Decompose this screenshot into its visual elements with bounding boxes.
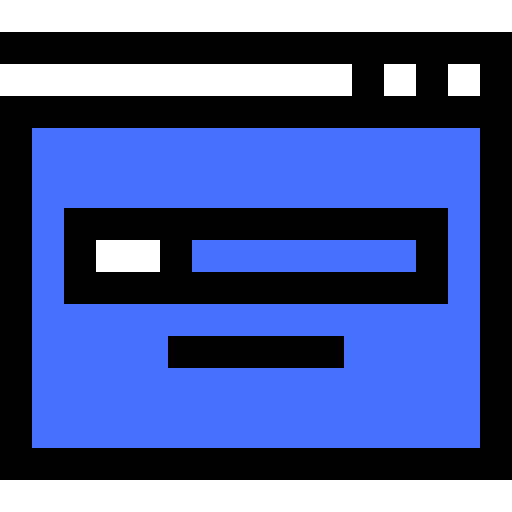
- title-bar-strip: [0, 64, 352, 96]
- window-button-close: [448, 64, 480, 96]
- window-button-minimize: [384, 64, 416, 96]
- input-label-block: [96, 240, 160, 272]
- submit-button-bar: [168, 336, 344, 368]
- input-text-field: [192, 240, 416, 272]
- icon-canvas: [0, 0, 512, 512]
- browser-window-login-icon: [0, 0, 512, 512]
